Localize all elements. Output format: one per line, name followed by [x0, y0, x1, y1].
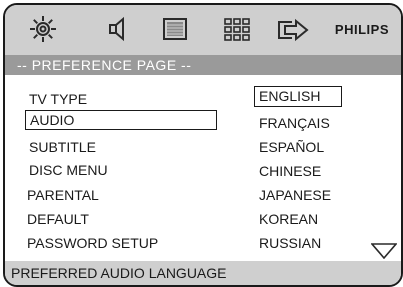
- menu-item-tv-type[interactable]: TV TYPE: [29, 90, 87, 108]
- exit-arrow-icon[interactable]: [275, 14, 311, 44]
- option-francais[interactable]: FRANÇAIS: [259, 114, 330, 132]
- status-footer: PREFERRED AUDIO LANGUAGE: [5, 261, 401, 285]
- menu-item-password-setup[interactable]: PASSWORD SETUP: [27, 234, 158, 252]
- menu-item-parental[interactable]: PARENTAL: [27, 186, 99, 204]
- option-chinese[interactable]: CHINESE: [259, 162, 321, 180]
- option-korean[interactable]: KOREAN: [259, 210, 318, 228]
- menu-item-audio[interactable]: AUDIO: [25, 110, 217, 130]
- menu-item-subtitle[interactable]: SUBTITLE: [29, 138, 96, 156]
- brand-logo: PHILIPS: [334, 22, 389, 37]
- menu-item-default[interactable]: DEFAULT: [27, 210, 89, 228]
- gear-icon[interactable]: [25, 14, 61, 44]
- setup-menu-screen: PHILIPS -- PREFERENCE PAGE -- TV TYPE AU…: [3, 3, 403, 287]
- preference-grid-icon[interactable]: [219, 14, 255, 44]
- screen-icon[interactable]: [157, 14, 193, 44]
- setup-tab-bar: PHILIPS: [5, 5, 401, 55]
- option-russian[interactable]: RUSSIAN: [259, 234, 321, 252]
- page-title: -- PREFERENCE PAGE --: [5, 55, 401, 75]
- option-english[interactable]: ENGLISH: [254, 86, 342, 107]
- menu-item-disc-menu[interactable]: DISC MENU: [29, 161, 108, 179]
- option-espanol[interactable]: ESPAÑOL: [259, 138, 324, 156]
- option-japanese[interactable]: JAPANESE: [259, 186, 331, 204]
- speaker-icon[interactable]: [99, 14, 135, 44]
